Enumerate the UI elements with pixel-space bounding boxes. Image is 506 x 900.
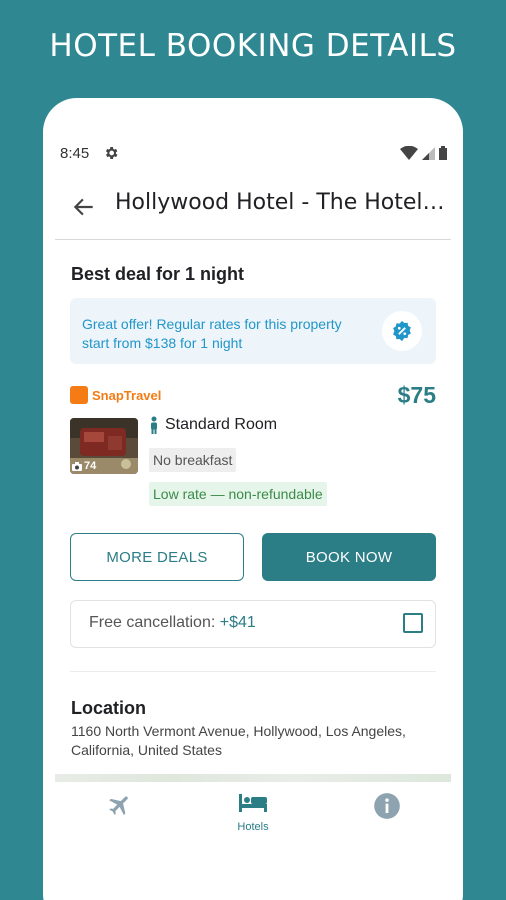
room-type: Standard Room bbox=[149, 416, 277, 434]
free-cancellation-option[interactable]: Free cancellation: +$41 bbox=[70, 600, 436, 648]
offer-icon-container bbox=[382, 311, 422, 351]
tag-breakfast: No breakfast bbox=[149, 448, 237, 472]
photo-count-value: 74 bbox=[84, 460, 97, 472]
nav-hotels-label: Hotels bbox=[237, 821, 269, 833]
app-bar: Hollywood Hotel - The Hotel of... bbox=[55, 182, 451, 240]
free-cancellation-price: +$41 bbox=[219, 614, 256, 631]
location-map[interactable] bbox=[55, 774, 451, 782]
discount-badge-icon bbox=[393, 320, 411, 342]
provider-logo-icon bbox=[70, 386, 88, 404]
nav-hotels[interactable]: Hotels bbox=[213, 792, 293, 833]
status-bar: 8:45 bbox=[43, 142, 463, 168]
deal-price: $75 bbox=[397, 382, 436, 408]
offer-banner: Great offer! Regular rates for this prop… bbox=[70, 298, 436, 364]
section-divider bbox=[70, 671, 436, 672]
battery-icon bbox=[439, 146, 447, 160]
photo-count: 74 bbox=[72, 460, 96, 472]
more-deals-button[interactable]: MORE DEALS bbox=[70, 533, 244, 581]
airplane-icon bbox=[109, 796, 128, 815]
room-photo[interactable]: 74 bbox=[70, 418, 138, 474]
camera-icon bbox=[72, 461, 82, 471]
person-icon bbox=[151, 416, 157, 434]
free-cancellation-label: Free cancellation: +$41 bbox=[89, 614, 256, 632]
book-now-button[interactable]: BOOK NOW bbox=[262, 533, 436, 581]
nav-flights[interactable] bbox=[80, 792, 160, 823]
deal-heading: Best deal for 1 night bbox=[71, 264, 245, 284]
promo-title: HOTEL BOOKING DETAILS bbox=[49, 28, 457, 64]
phone-frame: 8:45 Hollywood Hotel - The Hotel of... B… bbox=[43, 98, 463, 900]
cellular-signal-icon bbox=[422, 147, 435, 160]
status-time: 8:45 bbox=[60, 145, 90, 162]
hotel-title: Hollywood Hotel - The Hotel of... bbox=[115, 190, 445, 215]
offer-text: Great offer! Regular rates for this prop… bbox=[82, 316, 342, 351]
room-name: Standard Room bbox=[165, 416, 278, 433]
hotel-address: 1160 North Vermont Avenue, Hollywood, Lo… bbox=[71, 723, 406, 758]
settings-gear-icon bbox=[105, 147, 118, 159]
wifi-icon bbox=[400, 146, 418, 160]
tag-refund-policy: Low rate — non-refundable bbox=[149, 482, 327, 506]
free-cancellation-checkbox[interactable] bbox=[403, 613, 423, 633]
status-icons bbox=[400, 146, 447, 160]
nav-info[interactable] bbox=[347, 792, 427, 825]
location-heading: Location bbox=[71, 698, 146, 718]
free-cancellation-text: Free cancellation: bbox=[89, 614, 220, 631]
info-icon bbox=[374, 793, 400, 819]
provider-name: SnapTravel bbox=[92, 387, 162, 403]
bed-icon bbox=[239, 794, 267, 812]
back-arrow-icon[interactable] bbox=[71, 194, 97, 220]
bottom-navigation: Hotels bbox=[43, 782, 463, 852]
provider-brand: SnapTravel bbox=[70, 386, 161, 404]
